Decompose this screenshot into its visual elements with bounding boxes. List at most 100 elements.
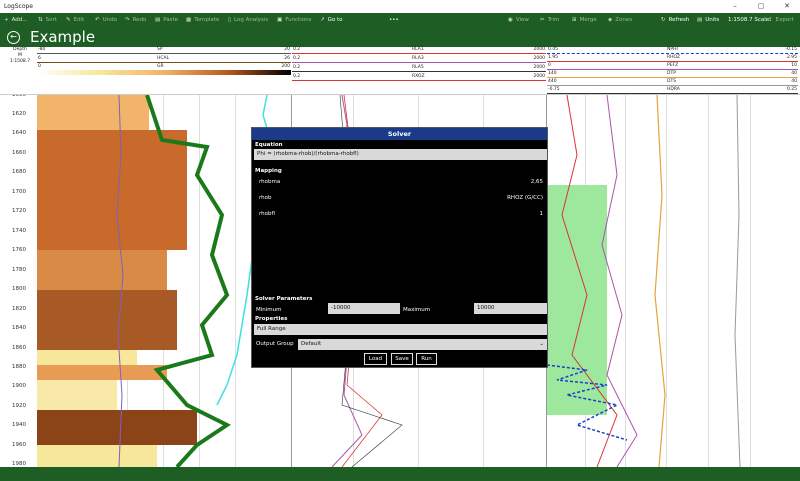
- depth-tick: 1640: [12, 130, 26, 136]
- depth-tick: 1620: [12, 111, 26, 117]
- units-button[interactable]: ▤ Units: [697, 13, 719, 28]
- curve-max: 26: [284, 56, 290, 61]
- export-label: Export: [775, 17, 794, 23]
- merge-icon: ⊞: [572, 17, 577, 23]
- maximum-input[interactable]: 10000: [474, 303, 547, 314]
- mapping-name: rhobfl: [259, 211, 275, 217]
- add-button[interactable]: + Add...: [4, 13, 28, 28]
- template-label: Template: [194, 17, 220, 23]
- depth-tick: 1680: [12, 169, 26, 175]
- scale-label: Scale: [754, 17, 770, 23]
- curve-header-rla5[interactable]: 0.2 RLA5 2000: [292, 65, 546, 72]
- minimum-input[interactable]: -10000: [328, 303, 400, 314]
- curve-max: 2.95: [786, 55, 797, 60]
- depth-tick: 1800: [12, 286, 26, 292]
- solver-title: Solver: [252, 128, 547, 140]
- curve-name: RLA1: [412, 47, 424, 52]
- export-button[interactable]: ⇪ Export: [768, 13, 794, 28]
- undo-button[interactable]: ↶ Undo: [95, 13, 117, 28]
- more-button[interactable]: •••: [389, 13, 399, 28]
- maximum-label: Maximum: [403, 307, 431, 313]
- curve-min: 0.2: [293, 65, 301, 70]
- paste-button[interactable]: ▤ Paste: [155, 13, 178, 28]
- curve-header-rxoz[interactable]: 0.2 RXOZ 2000: [292, 74, 546, 81]
- curve-name: NPHI: [667, 47, 678, 52]
- merge-label: Merge: [579, 17, 597, 23]
- add-label: Add...: [11, 17, 28, 23]
- curve-max: 20: [284, 47, 290, 52]
- refresh-button[interactable]: ↻ Refresh: [661, 13, 689, 28]
- goto-button[interactable]: ↗ Go to: [320, 13, 343, 28]
- app-title: LogScope: [4, 3, 33, 10]
- mapping-row[interactable]: rhobma 2,65: [259, 179, 543, 187]
- redo-icon: ↷: [125, 17, 130, 23]
- run-button[interactable]: Run: [416, 353, 437, 365]
- curve-name: RLA5: [412, 65, 424, 70]
- save-button[interactable]: Save: [391, 353, 413, 365]
- page-title: Example: [30, 28, 96, 46]
- curve-min: 6: [38, 56, 41, 61]
- curve-header-dtp[interactable]: 140 DTP 40: [547, 71, 798, 78]
- redo-button[interactable]: ↷ Redo: [125, 13, 146, 28]
- curve-header-rla3[interactable]: 0.2 RLA3 2000: [292, 56, 546, 63]
- edit-label: Edit: [73, 17, 85, 23]
- depth-header[interactable]: Depth M 1:1508.7: [6, 47, 34, 65]
- curve-header-sp[interactable]: -80 SP 20: [37, 47, 291, 54]
- arrow-up-right-icon: ↗: [320, 17, 325, 23]
- title-bar: LogScope – ▢ ✕: [0, 0, 800, 13]
- edit-button[interactable]: ✎ Edit: [66, 13, 84, 28]
- depth-tick: 1920: [12, 403, 26, 409]
- scissors-icon: ✂: [540, 17, 545, 23]
- load-button[interactable]: Load: [364, 353, 387, 365]
- curve-header-pefz[interactable]: 0 PEFZ 10: [547, 63, 798, 70]
- curve-min: 140: [548, 71, 557, 76]
- curve-min: 0.2: [293, 47, 301, 52]
- back-button[interactable]: ←: [7, 31, 20, 44]
- merge-button[interactable]: ⊞ Merge: [572, 13, 597, 28]
- view-button[interactable]: ◉ View: [508, 13, 529, 28]
- curve-max: 2000: [533, 65, 545, 70]
- depth-tick: 1780: [12, 267, 26, 273]
- trim-button[interactable]: ✂ Trim: [540, 13, 559, 28]
- sort-button[interactable]: ⇅ Sort: [38, 13, 57, 28]
- more-label: •••: [389, 17, 399, 23]
- curve-name: RLA3: [412, 56, 424, 61]
- window-controls: – ▢ ✕: [722, 0, 800, 13]
- refresh-icon: ↻: [661, 17, 666, 23]
- close-button[interactable]: ✕: [774, 0, 800, 13]
- curve-min: -80: [38, 47, 46, 52]
- log-analysis-button[interactable]: ▯ Log Analysis: [228, 13, 268, 28]
- curve-header-nphi[interactable]: 0.45 NPHI -0.15: [547, 47, 798, 54]
- curve-name: RHOZ: [667, 55, 681, 60]
- functions-button[interactable]: ▣ Functions: [277, 13, 311, 28]
- back-arrow-icon: ←: [10, 32, 17, 41]
- output-group-value: Default: [301, 341, 322, 347]
- output-group-select[interactable]: Default ⌄: [298, 339, 547, 350]
- template-button[interactable]: ▦ Template: [186, 13, 219, 28]
- curve-name: HCAL: [157, 56, 170, 61]
- curve-name: RXOZ: [412, 74, 425, 79]
- full-range-field[interactable]: Full Range: [254, 324, 547, 335]
- zones-button[interactable]: ◈ Zones: [608, 13, 632, 28]
- maximize-button[interactable]: ▢: [748, 0, 774, 13]
- curve-max: 40: [791, 79, 797, 84]
- mapping-row[interactable]: rhobfl 1: [259, 211, 543, 219]
- pencil-icon: ✎: [66, 17, 71, 23]
- curve-header-rhoz[interactable]: 1.95 RHOZ 2.95: [547, 55, 798, 62]
- export-icon: ⇪: [768, 17, 773, 23]
- mapping-label: Mapping: [255, 168, 282, 174]
- undo-icon: ↶: [95, 17, 100, 23]
- plus-icon: +: [4, 17, 9, 23]
- refresh-label: Refresh: [668, 17, 690, 23]
- curve-header-rla1[interactable]: 0.2 RLA1 2000: [292, 47, 546, 54]
- scale-button[interactable]: 1:1508.7 Scale: [728, 13, 769, 28]
- mapping-row[interactable]: rhob RHOZ (G/CC): [259, 195, 543, 203]
- minimize-button[interactable]: –: [722, 0, 748, 13]
- curve-header-hcal[interactable]: 6 HCAL 26: [37, 56, 291, 63]
- equation-field[interactable]: Phi = (rhobma-rhob)/(rhobma-rhobfl): [254, 149, 547, 160]
- curve-header-gr[interactable]: 0 GR 200: [37, 64, 291, 75]
- track-header-area: Depth M 1:1508.7 -80 SP 20 6 HCAL 26 0 G…: [0, 47, 800, 95]
- curve-header-dts[interactable]: 440 DTS 40: [547, 79, 798, 86]
- curve-header-hdra[interactable]: -0.75 HDRA 0.25: [547, 87, 798, 94]
- scale-value: 1:1508.7: [728, 17, 753, 23]
